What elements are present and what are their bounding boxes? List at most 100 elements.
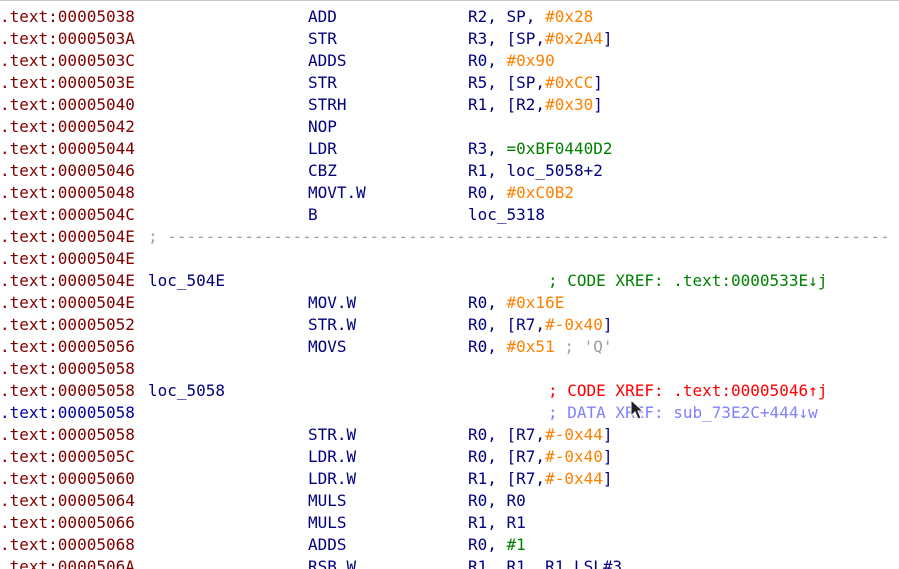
instruction-operands[interactable]: R0, #0x90 xyxy=(468,50,555,72)
line-address: .text:0000503C xyxy=(0,51,135,70)
listing-line[interactable]: .text:00005044 LDR R3, =0xBF0440D2 xyxy=(0,138,899,160)
line-address: .text:0000504E xyxy=(0,271,135,290)
instruction-operands[interactable]: R5, [SP,#0xCC] xyxy=(468,72,603,94)
disassembly-view[interactable]: .text:00005038 ADD R2, SP, #0x28 .text:0000… xyxy=(0,0,899,569)
listing-line[interactable]: .text:00005058 xyxy=(0,358,899,380)
instruction-operands[interactable]: R3, =0xBF0440D2 xyxy=(468,138,613,160)
listing-line[interactable]: .text:00005068 ADDS R0, #1 xyxy=(0,534,899,556)
operand-text: ] xyxy=(593,73,603,92)
line-address: .text:00005044 xyxy=(0,139,135,158)
operand-text: R0, [R7, xyxy=(468,447,546,466)
view-top-border xyxy=(0,0,899,1)
code-label[interactable]: loc_5058 xyxy=(148,380,225,402)
listing-line[interactable]: .text:00005060 LDR.W R1, [R7,#-0x44] xyxy=(0,468,899,490)
instruction-operands[interactable]: R0, #0x16E xyxy=(468,292,564,314)
listing-line[interactable]: .text:00005066 MULS R1, R1 xyxy=(0,512,899,534)
instruction-operands[interactable]: loc_5318 xyxy=(468,204,545,226)
data-xref-comment[interactable]: ; DATA XREF: sub_73E2C+444↓w xyxy=(548,402,818,424)
line-address: .text:00005038 xyxy=(0,7,135,26)
line-address: .text:00005058 xyxy=(0,425,135,444)
instruction-mnemonic[interactable]: B xyxy=(308,204,318,226)
operand-text: loc_5318 xyxy=(468,205,546,224)
listing-line[interactable]: .text:0000503E STR R5, [SP,#0xCC] xyxy=(0,72,899,94)
instruction-mnemonic[interactable]: STR.W xyxy=(308,424,356,446)
instruction-mnemonic[interactable]: MULS xyxy=(308,512,347,534)
instruction-mnemonic[interactable]: ADDS xyxy=(308,50,347,72)
instruction-operands[interactable]: R2, SP, #0x28 xyxy=(468,6,593,28)
line-address: .text:00005064 xyxy=(0,491,135,510)
listing-line[interactable]: .text:00005046 CBZ R1, loc_5058+2 xyxy=(0,160,899,182)
instruction-mnemonic[interactable]: RSB.W xyxy=(308,556,356,569)
line-address: .text:00005052 xyxy=(0,315,135,334)
code-xref-comment[interactable]: ; CODE XREF: .text:00005046↑j xyxy=(548,380,827,402)
operand-text: R0, [R7, xyxy=(468,315,546,334)
instruction-mnemonic[interactable]: LDR.W xyxy=(308,446,356,468)
line-address: .text:00005066 xyxy=(0,513,135,532)
instruction-operands[interactable]: R1, R1 xyxy=(468,512,526,534)
line-address: .text:00005056 xyxy=(0,337,135,356)
listing-line[interactable]: .text:0000503A STR R3, [SP,#0x2A4] xyxy=(0,28,899,50)
operand-text: R1, [R7, xyxy=(468,469,546,488)
listing-line[interactable]: .text:0000503C ADDS R0, #0x90 xyxy=(0,50,899,72)
instruction-operands[interactable]: R0, [R7,#-0x40] xyxy=(468,314,613,336)
line-address: .text:00005060 xyxy=(0,469,135,488)
instruction-operands[interactable]: R0, R0 xyxy=(468,490,526,512)
instruction-operands[interactable]: R0, #0xC0B2 xyxy=(468,182,574,204)
instruction-mnemonic[interactable]: CBZ xyxy=(308,160,337,182)
instruction-mnemonic[interactable]: MOV.W xyxy=(308,292,356,314)
instruction-mnemonic[interactable]: STRH xyxy=(308,94,347,116)
listing-line[interactable]: .text:00005058 ; DATA XREF: sub_73E2C+444… xyxy=(0,402,899,424)
separator-comment: ; --------------------------------------… xyxy=(148,227,890,246)
instruction-operands[interactable]: R0, #1 xyxy=(468,534,526,556)
operand-immediate: #0x28 xyxy=(545,7,594,26)
listing-line[interactable]: .text:00005048 MOVT.W R0, #0xC0B2 xyxy=(0,182,899,204)
listing-line[interactable]: .text:0000504C Bloc_5318 xyxy=(0,204,899,226)
listing-line[interactable]: .text:00005042 NOP xyxy=(0,116,899,138)
listing-line[interactable]: .text:00005058 STR.W R0, [R7,#-0x44] xyxy=(0,424,899,446)
line-address: .text:0000504E xyxy=(0,249,135,268)
operand-text: R5, [SP, xyxy=(468,73,546,92)
listing-line[interactable]: .text:0000504E MOV.W R0, #0x16E xyxy=(0,292,899,314)
instruction-operands[interactable]: R1, R1, R1,LSL#3 xyxy=(468,556,622,569)
code-label[interactable]: loc_504E xyxy=(148,270,225,292)
instruction-mnemonic[interactable]: NOP xyxy=(308,116,337,138)
instruction-operands[interactable]: R0, #0x51 ; 'Q' xyxy=(468,336,613,358)
instruction-mnemonic[interactable]: LDR.W xyxy=(308,468,356,490)
operand-text: ] xyxy=(602,447,613,466)
listing-line[interactable]: .text:00005052 STR.W R0, [R7,#-0x40] xyxy=(0,314,899,336)
operand-text: R1, loc_5058+2 xyxy=(468,161,603,180)
operand-immediate: #-0x40 xyxy=(545,447,603,466)
instruction-operands[interactable]: R0, [R7,#-0x40] xyxy=(468,446,613,468)
listing-line[interactable]: .text:0000505C LDR.W R0, [R7,#-0x40] xyxy=(0,446,899,468)
instruction-mnemonic[interactable]: STR xyxy=(308,72,337,94)
instruction-operands[interactable]: R3, [SP,#0x2A4] xyxy=(468,28,613,50)
listing-line[interactable]: .text:00005058 loc_5058 ; CODE XREF: .text… xyxy=(0,380,899,402)
code-xref-comment[interactable]: ; CODE XREF: .text:0000533E↓j xyxy=(548,270,827,292)
listing-line[interactable]: .text:0000504E loc_504E ; CODE XREF: .text… xyxy=(0,270,899,292)
instruction-mnemonic[interactable]: ADD xyxy=(308,6,337,28)
line-address: .text:00005042 xyxy=(0,117,135,136)
instruction-mnemonic[interactable]: MOVS xyxy=(308,336,347,358)
listing-line[interactable]: .text:00005038 ADD R2, SP, #0x28 xyxy=(0,6,899,28)
instruction-operands[interactable]: R1, [R7,#-0x44] xyxy=(468,468,613,490)
instruction-mnemonic[interactable]: ADDS xyxy=(308,534,347,556)
listing-line[interactable]: .text:0000504E ; ------------------------… xyxy=(0,226,899,248)
line-address: .text:00005048 xyxy=(0,183,135,202)
operand-text: R0, xyxy=(468,51,507,70)
operand-constant: #1 xyxy=(506,535,526,554)
listing-line[interactable]: .text:00005056 MOVS R0, #0x51 ; 'Q' xyxy=(0,336,899,358)
listing-line[interactable]: .text:00005040 STRH R1, [R2,#0x30] xyxy=(0,94,899,116)
instruction-operands[interactable]: R1, [R2,#0x30] xyxy=(468,94,603,116)
operand-immediate: #-0x40 xyxy=(545,315,603,334)
instruction-mnemonic[interactable]: MOVT.W xyxy=(308,182,366,204)
instruction-mnemonic[interactable]: STR.W xyxy=(308,314,356,336)
instruction-mnemonic[interactable]: MULS xyxy=(308,490,347,512)
instruction-operands[interactable]: R1, loc_5058+2 xyxy=(468,160,603,182)
instruction-operands[interactable]: R0, [R7,#-0x44] xyxy=(468,424,613,446)
instruction-mnemonic[interactable]: LDR xyxy=(308,138,337,160)
listing-line[interactable]: .text:00005064 MULS R0, R0 xyxy=(0,490,899,512)
listing-line[interactable]: .text:0000504E xyxy=(0,248,899,270)
operand-constant: =0xBF0440D2 xyxy=(506,139,613,158)
listing-line[interactable]: .text:0000506A RSB.W R1, R1, R1,LSL#3 xyxy=(0,556,899,569)
instruction-mnemonic[interactable]: STR xyxy=(308,28,337,50)
